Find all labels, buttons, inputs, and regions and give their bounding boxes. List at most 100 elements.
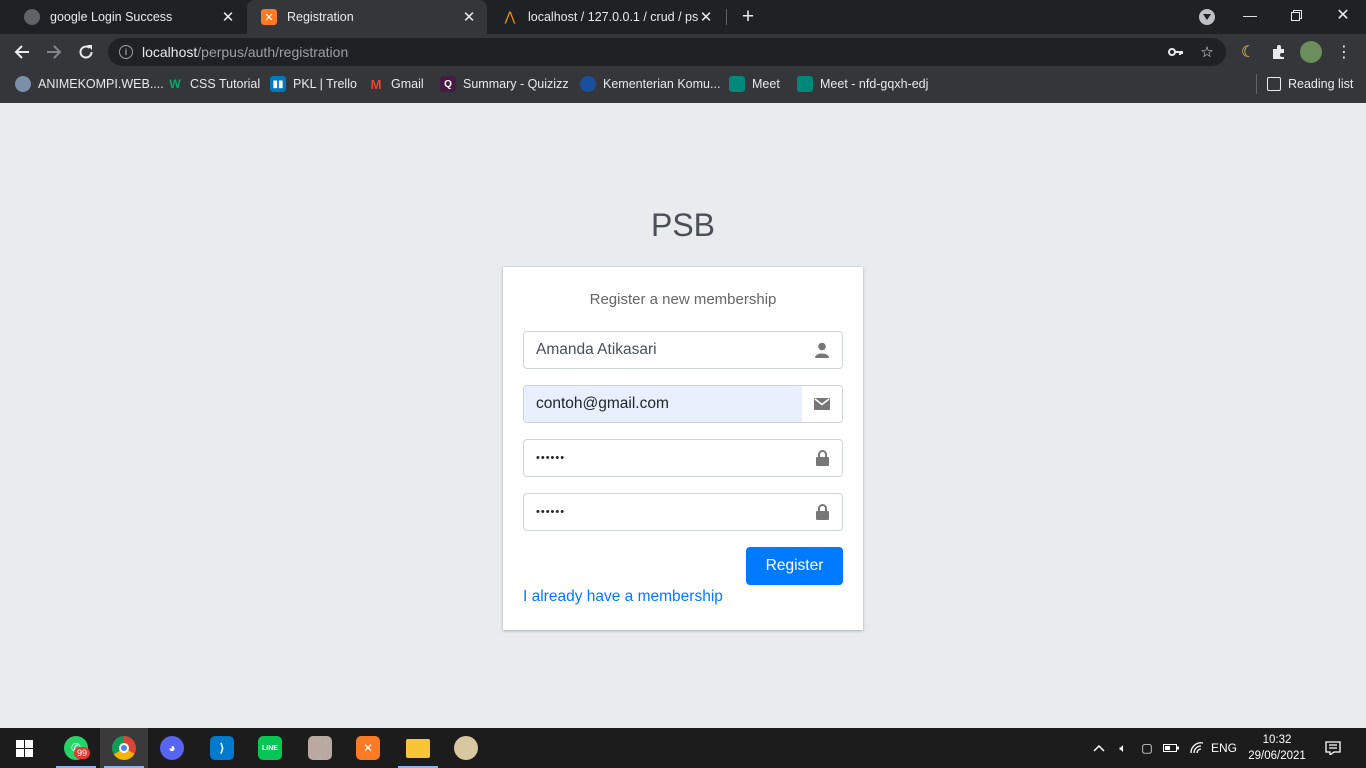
address-bar[interactable]: i localhost/perpus/auth/registration ☆ [108,38,1226,66]
taskbar-game[interactable] [296,728,344,768]
tab-google-login[interactable]: google Login Success ✕ [10,0,246,34]
bookmark-label: Gmail [391,77,424,91]
anime-icon [15,76,31,92]
bookmark-label: Meet [752,77,780,91]
bookmark-label: Summary - Quizizz [463,77,569,91]
bookmark-css-tutorial[interactable]: W CSS Tutorial [167,70,260,98]
discord-icon: ◕ [160,736,184,760]
tab-phpmyadmin[interactable]: ⋀ localhost / 127.0.0.1 / crud / psb ✕ [488,0,724,34]
url-path: /perpus/auth/registration [197,44,349,60]
bookmark-gmail[interactable]: M Gmail [368,70,424,98]
taskbar-chrome[interactable] [100,728,148,768]
battery-icon[interactable] [1160,728,1182,768]
retype-password-input[interactable]: •••••• [524,494,802,530]
brand-title: PSB [650,207,716,243]
taskbar-file-explorer[interactable] [394,728,442,768]
url-host: localhost [142,44,198,60]
bookmark-label: CSS Tutorial [190,77,261,91]
chevron-down-icon [1203,14,1211,20]
chrome-icon [112,736,136,760]
close-icon[interactable]: ✕ [220,9,236,26]
bookmark-animekompi[interactable]: ANIMEKOMPI.WEB.... [15,70,164,98]
paint-palette-icon [454,736,478,760]
meet-icon [797,76,813,92]
register-card: Register a new membership Amanda Atikasa… [503,267,863,630]
clock[interactable]: 10:32 29/06/2021 [1238,732,1316,764]
language-indicator[interactable]: ENG [1208,728,1240,768]
moon-icon[interactable]: ☾ [1236,38,1260,66]
back-button[interactable] [8,38,36,66]
lock-icon [802,440,842,476]
login-link[interactable]: I already have a membership [523,588,723,606]
tab-title: localhost / 127.0.0.1 / crud / psb [528,10,698,24]
taskbar-whatsapp[interactable]: ✆ 99 [52,728,100,768]
taskbar-paint[interactable] [442,728,490,768]
email-input[interactable]: contoh@gmail.com [524,386,802,422]
bookmark-label: PKL | Trello [293,77,357,91]
bookmark-meet[interactable]: Meet [729,70,780,98]
meet-now-icon[interactable]: ▢ [1138,728,1156,768]
profile-avatar[interactable] [1299,38,1323,66]
tab-title: Registration [287,10,354,24]
bookmark-trello[interactable]: ▮▮ PKL | Trello [270,70,357,98]
browser-tab-bar: google Login Success ✕ ✕ Registration ✕ … [0,0,1366,34]
password-input-group: •••••• [523,439,843,477]
start-button[interactable] [0,728,48,768]
meet-icon [729,76,745,92]
vscode-icon: ⟩ [210,736,234,760]
extensions-puzzle-icon[interactable] [1267,38,1291,66]
taskbar-vscode[interactable]: ⟩ [198,728,246,768]
envelope-icon [802,386,842,422]
password-input[interactable]: •••••• [524,440,802,476]
line-app-icon: LINE [258,736,282,760]
bookmark-quizizz[interactable]: Q Summary - Quizizz [440,70,569,98]
taskbar-discord[interactable]: ◕ [148,728,196,768]
wifi-icon[interactable] [1186,728,1208,768]
retype-password-mask: •••••• [536,506,566,518]
kominfo-icon [580,76,596,92]
bookmarks-bar: ANIMEKOMPI.WEB.... W CSS Tutorial ▮▮ PKL |… [0,70,1366,103]
star-icon[interactable]: ☆ [1196,38,1218,66]
fullname-input-group: Amanda Atikasari [523,331,843,369]
tab-search-button[interactable] [1199,9,1215,25]
reading-list-icon [1267,77,1281,91]
bookmark-label: ANIMEKOMPI.WEB.... [38,77,164,91]
user-icon [802,332,842,368]
notification-icon[interactable] [1320,728,1346,768]
taskbar-line[interactable]: LINE [246,728,294,768]
bookmark-label: Meet - nfd-gqxh-edj [820,77,929,91]
forward-button[interactable] [40,38,68,66]
email-input-group: contoh@gmail.com [523,385,843,423]
fullname-input[interactable]: Amanda Atikasari [524,332,802,368]
tab-separator [726,9,727,25]
restore-button[interactable] [1273,0,1319,30]
key-icon[interactable] [1165,38,1187,66]
minimize-button[interactable]: — [1227,0,1273,30]
card-message: Register a new membership [589,291,777,308]
phpmyadmin-icon: ⋀ [504,9,516,24]
info-icon[interactable]: i [119,45,133,59]
restore-icon [1290,9,1302,21]
clock-date: 29/06/2021 [1248,750,1306,762]
taskbar-xampp[interactable]: ✕ [344,728,392,768]
reload-button[interactable] [72,38,100,66]
lock-icon [802,494,842,530]
password-mask: •••••• [536,452,566,464]
arrow-right-icon [47,45,62,59]
tab-registration[interactable]: ✕ Registration ✕ [247,0,487,34]
chevron-up-icon[interactable] [1090,728,1108,768]
volume-icon[interactable]: 🔈︎ [1112,728,1134,768]
register-button[interactable]: Register [746,547,843,585]
new-tab-button[interactable]: + [736,0,760,34]
bookmark-kementerian[interactable]: Kementerian Komu... [580,70,720,98]
close-window-button[interactable]: ✕ [1320,0,1366,30]
close-icon[interactable]: ✕ [698,9,714,26]
game-character-icon [308,736,332,760]
bookmark-meet-nfd[interactable]: Meet - nfd-gqxh-edj [797,70,928,98]
xampp-icon: ✕ [356,736,380,760]
windows-icon [15,739,33,757]
close-icon[interactable]: ✕ [461,9,477,26]
reading-list-button[interactable]: Reading list [1267,70,1353,98]
menu-kebab-icon[interactable]: ⋮ [1332,38,1356,66]
whatsapp-badge: 99 [74,747,91,759]
